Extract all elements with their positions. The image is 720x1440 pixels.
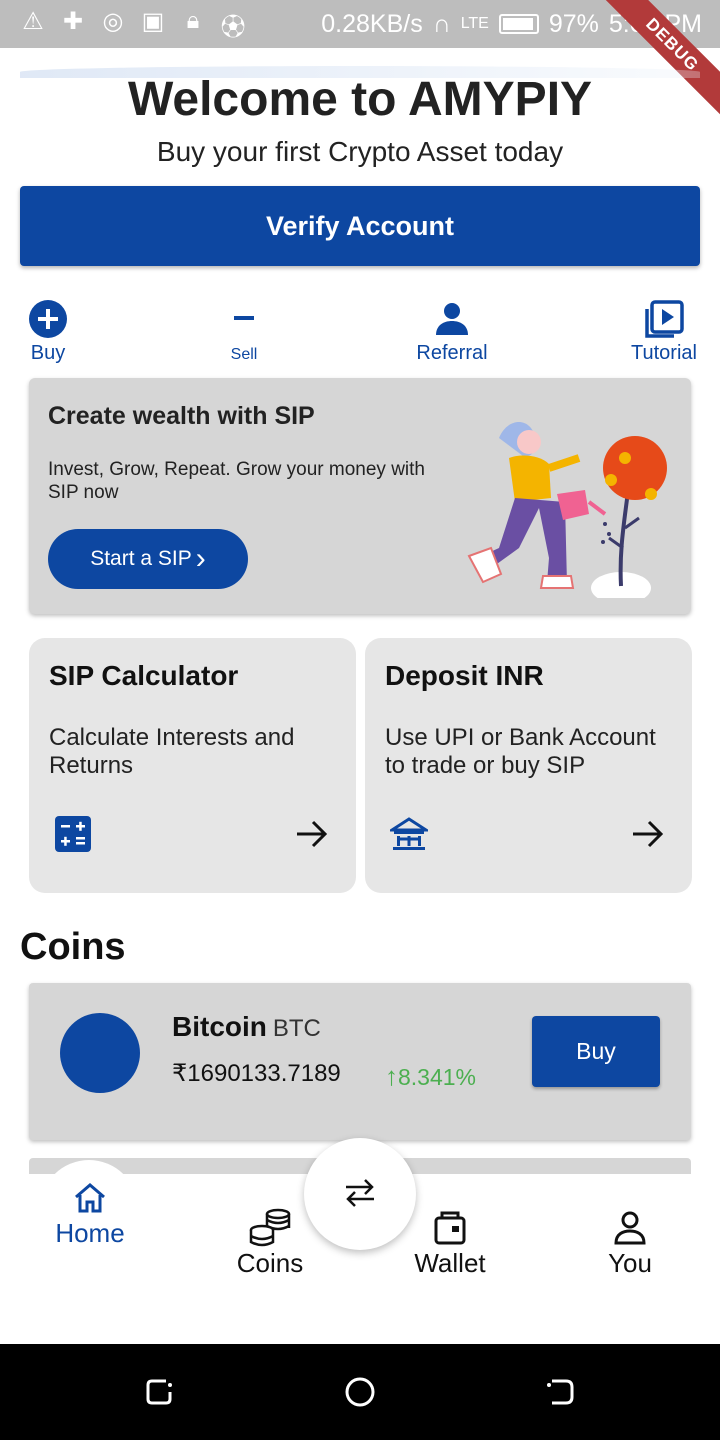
calculator-icon: [53, 814, 93, 854]
person-icon: [434, 296, 470, 342]
coin-change: ↑8.341%: [385, 1061, 476, 1092]
bank-icon: [389, 814, 429, 854]
coin-name-row: Bitcoin BTC: [172, 1011, 321, 1043]
profile-icon: [613, 1208, 647, 1248]
sim-icon: ▣: [141, 7, 165, 35]
minus-icon: [232, 296, 256, 342]
swap-arrows-icon: [342, 1175, 378, 1214]
coin-change-value: 8.341%: [398, 1064, 477, 1090]
quick-action-label: Tutorial: [631, 342, 697, 364]
page-title: Welcome to AMYPIY: [127, 73, 593, 126]
coin-buy-button[interactable]: Buy: [532, 1016, 660, 1087]
start-sip-button[interactable]: Start a SIP ›: [48, 529, 248, 589]
nav-wallet[interactable]: Wallet: [400, 1208, 500, 1279]
nav-coins[interactable]: Coins: [220, 1208, 320, 1279]
headphones-icon: ∩: [432, 9, 451, 38]
sip-banner-title: Create wealth with SIP: [48, 402, 315, 430]
nav-label: Home: [55, 1218, 125, 1248]
nav-home[interactable]: Home: [40, 1178, 140, 1249]
start-sip-label: Start a SIP: [90, 547, 192, 570]
plus-circle-icon: [28, 296, 68, 342]
recent-apps-icon[interactable]: [144, 1376, 176, 1408]
nav-you[interactable]: You: [580, 1208, 680, 1279]
lock-icon: 🔒︎: [186, 6, 200, 34]
coin-logo: [60, 1013, 140, 1093]
page-subtitle: Buy your first Crypto Asset today: [156, 136, 564, 167]
football-icon: ⚽︎: [221, 13, 245, 41]
whatsapp-icon: ◎: [102, 7, 124, 35]
arrow-up-icon: ↑: [385, 1061, 398, 1091]
quick-action-buy[interactable]: Buy: [28, 296, 68, 365]
coin-symbol: BTC: [272, 1015, 321, 1042]
coins-heading: Coins: [20, 926, 126, 968]
nav-label: Wallet: [414, 1248, 486, 1278]
quick-action-label: Sell: [230, 346, 258, 363]
arrow-right-icon[interactable]: [292, 814, 332, 854]
battery-percent: 97%: [548, 9, 599, 38]
home-icon: [73, 1178, 107, 1218]
coin-list-item[interactable]: Bitcoin BTC ₹1690133.7189 ↑8.341% Buy: [29, 983, 691, 1140]
notification-icons: ⚠ ✚ ◎ ▣ 🔒︎ ⚽︎: [0, 7, 246, 42]
video-library-icon: [644, 296, 684, 342]
card-title: SIP Calculator: [49, 660, 239, 691]
sip-banner: Create wealth with SIP Invest, Grow, Rep…: [29, 378, 691, 614]
home-button-icon[interactable]: [344, 1376, 376, 1408]
coin-name: Bitcoin: [172, 1011, 267, 1042]
system-navigation-bar: [0, 1344, 720, 1440]
signal-icon: LTE: [460, 15, 489, 32]
quick-action-tutorial[interactable]: Tutorial: [626, 296, 702, 365]
network-speed: 0.28KB/s: [321, 9, 423, 38]
nav-label: Coins: [236, 1248, 304, 1278]
quick-action-sell[interactable]: Sell: [224, 296, 264, 364]
verify-account-button[interactable]: Verify Account: [20, 186, 700, 266]
app-notification-icon: ⚠: [22, 7, 44, 35]
quick-actions: Buy Sell Referral Tutorial: [0, 296, 720, 370]
puzzle-notification-icon: ✚: [62, 7, 84, 35]
nav-label: You: [608, 1248, 652, 1278]
quick-action-label: Referral: [416, 342, 488, 364]
sip-calculator-card[interactable]: SIP Calculator Calculate Interests and R…: [29, 638, 356, 893]
card-title: Deposit INR: [385, 660, 544, 691]
coin-price: ₹1690133.7189: [172, 1060, 341, 1087]
battery-icon: [498, 14, 539, 34]
wallet-icon: [433, 1208, 467, 1248]
card-text: Calculate Interests and Returns: [49, 724, 295, 779]
quick-action-referral[interactable]: Referral: [413, 296, 491, 365]
arrow-right-icon[interactable]: [628, 814, 668, 854]
card-text: Use UPI or Bank Account to trade or buy …: [385, 724, 656, 779]
back-icon[interactable]: [544, 1376, 576, 1408]
status-bar: ⚠ ✚ ◎ ▣ 🔒︎ ⚽︎ 0.28KB/s ∩ LTE 97% 5:05 PM…: [0, 0, 720, 120]
app-screen: ⚠ ✚ ◎ ▣ 🔒︎ ⚽︎ 0.28KB/s ∩ LTE 97% 5:05 PM…: [0, 0, 720, 1440]
sip-illustration: [467, 421, 667, 598]
swap-button[interactable]: [304, 1138, 416, 1250]
coins-icon: [248, 1208, 292, 1248]
sip-banner-text: Invest, Grow, Repeat. Grow your money wi…: [48, 459, 425, 503]
quick-action-label: Buy: [30, 342, 66, 364]
deposit-inr-card[interactable]: Deposit INR Use UPI or Bank Account to t…: [365, 638, 692, 893]
chevron-right-icon: ›: [195, 542, 206, 575]
